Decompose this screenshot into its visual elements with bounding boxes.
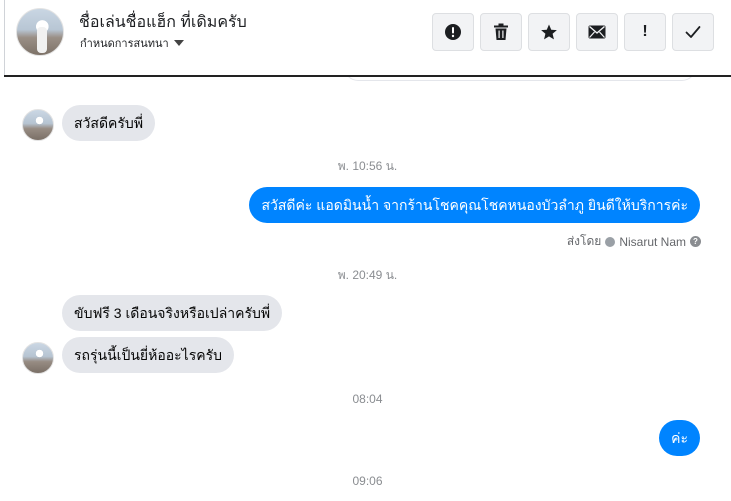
sent-by-label: ส่งโดย [566, 234, 602, 248]
contact-avatar[interactable] [16, 8, 64, 56]
help-icon[interactable]: ? [690, 236, 701, 247]
conversation-header: ชื่อเล่นชื่อแฮ็ก ที่เดิมครับ กำหนดการสนท… [0, 0, 731, 77]
timestamp: พ. 20:49 น. [337, 268, 398, 282]
sender-avatar[interactable] [22, 109, 54, 141]
conversation-settings-dropdown[interactable]: กำหนดการสนทนา [80, 34, 184, 52]
alert-circle-icon [445, 24, 461, 40]
incoming-message[interactable]: รถรุ่นนี้เป็นยี่ห้ออะไรครับ [62, 337, 234, 373]
incoming-message[interactable]: ขับฟรี 3 เดือนจริงหรือเปล่าครับพี่ [62, 295, 283, 331]
envelope-icon [588, 25, 606, 39]
trash-icon [494, 23, 508, 40]
outgoing-message[interactable]: ค่ะ [659, 420, 700, 456]
mark-done-button[interactable] [672, 13, 714, 51]
star-button[interactable] [528, 13, 570, 51]
header-divider-left [4, 0, 5, 77]
incoming-message[interactable]: สวัสดีครับพี่ [62, 105, 156, 141]
sent-by-info: ส่งโดย Nisarut Nam ? [567, 232, 701, 251]
previous-message-edge [344, 77, 696, 81]
delete-button[interactable] [480, 13, 522, 51]
conversation-settings-label: กำหนดการสนทนา [80, 38, 169, 50]
timestamp: 08:04 [352, 392, 383, 406]
sender-avatar[interactable] [22, 342, 54, 374]
checkmark-icon [685, 26, 701, 38]
star-icon [541, 24, 557, 40]
timestamp: 09:06 [352, 474, 383, 488]
message-thread[interactable]: สวัสดีครับพี่ พ. 10:56 น. สวัสดีค่ะ แอดม… [4, 77, 731, 501]
sent-by-name: Nisarut Nam [619, 234, 686, 249]
report-button[interactable] [432, 13, 474, 51]
caret-down-icon [173, 40, 184, 46]
admin-badge-icon [605, 236, 616, 247]
mark-spam-button[interactable]: ! [624, 13, 666, 51]
mark-unread-button[interactable] [576, 13, 618, 51]
contact-name[interactable]: ชื่อเล่นชื่อแฮ็ก ที่เดิมครับ [79, 10, 247, 35]
exclamation-icon: ! [642, 23, 648, 40]
outgoing-message[interactable]: สวัสดีค่ะ แอดมินน้ำ จากร้านโชคคุณโชคหนอง… [249, 187, 700, 223]
timestamp: พ. 10:56 น. [337, 159, 398, 173]
